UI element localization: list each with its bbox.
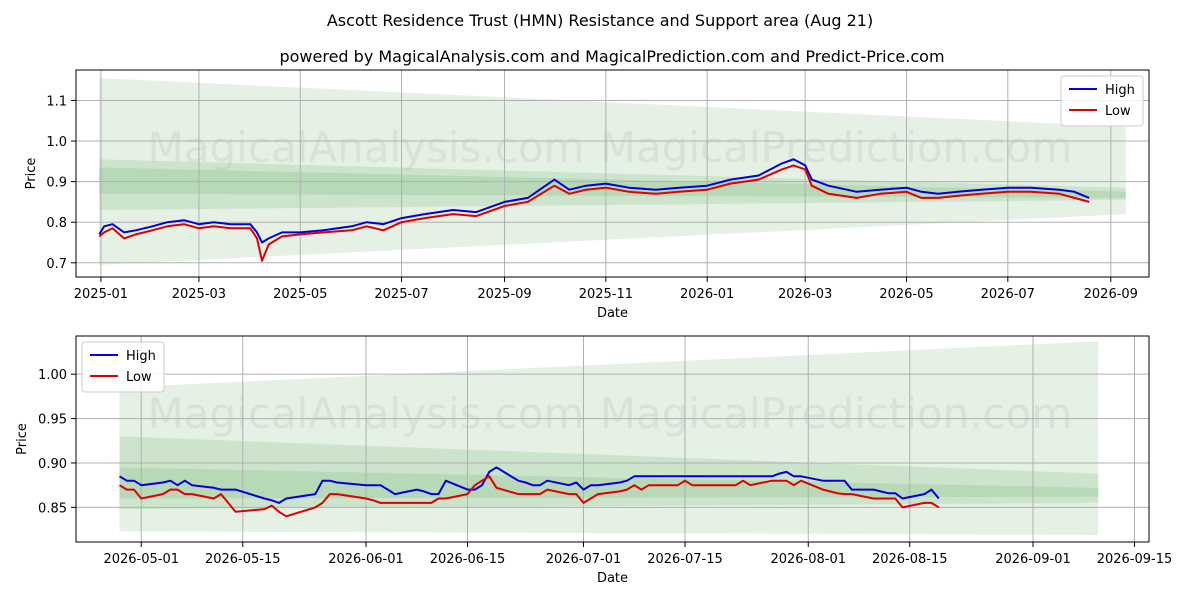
x-tick-label: 2026-08-01 xyxy=(770,552,846,567)
legend: High Low xyxy=(81,341,165,393)
x-tick-label: 2026-03 xyxy=(778,287,832,302)
y-tick-label: 1.0 xyxy=(46,135,67,150)
chart-title: Ascott Residence Trust (HMN) Resistance … xyxy=(327,11,873,30)
x-axis-label: Date xyxy=(597,306,628,321)
x-tick-label: 2026-05-01 xyxy=(103,552,179,567)
x-tick-label: 2026-09-01 xyxy=(995,552,1071,567)
x-tick-label: 2026-05 xyxy=(879,287,933,302)
x-tick-label: 2025-07 xyxy=(374,287,428,302)
legend-label-low: Low xyxy=(126,370,152,385)
x-tick-label: 2026-07-15 xyxy=(647,552,723,567)
x-tick-label: 2026-07-01 xyxy=(546,552,622,567)
x-tick-label: 2026-06-15 xyxy=(430,552,506,567)
y-tick-label: 1.1 xyxy=(46,94,67,109)
watermark-text: MagicalAnalysis.com xyxy=(148,123,585,172)
x-tick-label: 2026-09-15 xyxy=(1097,552,1173,567)
y-tick-label: 0.9 xyxy=(46,176,67,191)
y-axis-label: Price xyxy=(24,158,39,190)
chart-subtitle: powered by MagicalAnalysis.com and Magic… xyxy=(279,47,944,66)
x-tick-label: 2026-06-01 xyxy=(328,552,404,567)
x-tick-label: 2026-01 xyxy=(680,287,734,302)
legend-label-high: High xyxy=(126,349,156,364)
legend: High Low xyxy=(1060,75,1144,127)
top-chart-panel: MagicalAnalysis.com MagicalPrediction.com… xyxy=(24,69,1150,321)
y-tick-label: 0.7 xyxy=(46,257,67,272)
bottom-chart-panel: MagicalAnalysis.com MagicalPrediction.com… xyxy=(15,335,1173,586)
watermark-text: MagicalPrediction.com xyxy=(600,123,1073,172)
x-tick-label: 2026-08-15 xyxy=(872,552,948,567)
y-tick-label: 0.8 xyxy=(46,216,67,231)
x-tick-label: 2025-11 xyxy=(579,287,633,302)
watermark-text: MagicalPrediction.com xyxy=(600,389,1073,438)
legend-label-high: High xyxy=(1105,83,1135,98)
x-axis-label: Date xyxy=(597,571,628,586)
y-tick-label: 0.95 xyxy=(38,413,67,428)
x-tick-label: 2025-09 xyxy=(477,287,531,302)
watermark-text: MagicalAnalysis.com xyxy=(148,389,585,438)
chart-canvas: Ascott Residence Trust (HMN) Resistance … xyxy=(15,11,1173,586)
y-tick-label: 0.90 xyxy=(38,457,67,472)
band-group xyxy=(119,341,1099,535)
y-tick-label: 1.00 xyxy=(38,368,67,383)
y-axis-label: Price xyxy=(15,423,30,455)
x-tick-label: 2025-01 xyxy=(74,287,128,302)
x-tick-label: 2026-07 xyxy=(981,287,1035,302)
y-tick-label: 0.85 xyxy=(38,501,67,516)
x-tick-label: 2026-09 xyxy=(1084,287,1138,302)
x-tick-label: 2025-05 xyxy=(273,287,327,302)
x-tick-label: 2025-03 xyxy=(172,287,226,302)
legend-label-low: Low xyxy=(1105,104,1131,119)
x-tick-label: 2026-05-15 xyxy=(205,552,281,567)
